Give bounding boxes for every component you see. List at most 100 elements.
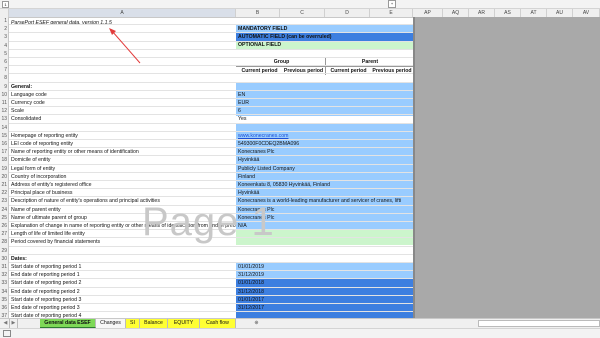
label-cell[interactable]: Language code	[10, 91, 236, 99]
row-number[interactable]: 9	[0, 82, 9, 91]
value-cell[interactable]: Konecranes Plc	[237, 148, 413, 156]
column-header-av[interactable]: AV	[573, 9, 600, 17]
row-number[interactable]: 8	[0, 74, 9, 83]
label-cell[interactable]: Start date of reporting period 3	[10, 296, 236, 304]
row-number[interactable]: 21	[0, 181, 9, 190]
label-cell[interactable]: Currency code	[10, 99, 236, 107]
row-number[interactable]: 17	[0, 148, 9, 157]
row-number[interactable]: 30	[0, 254, 9, 263]
row-number[interactable]: 11	[0, 99, 9, 108]
column-header-a[interactable]: A	[9, 9, 236, 17]
column-header-e[interactable]: E	[370, 9, 413, 17]
row-number[interactable]: 20	[0, 172, 9, 181]
value-cell[interactable]: Finland	[237, 173, 413, 181]
plus-circle-icon[interactable]: ⊕	[252, 319, 261, 328]
value-cell[interactable]: 31/12/2017	[237, 304, 413, 312]
row-number[interactable]: 2	[0, 25, 9, 34]
tab-si[interactable]: SI	[126, 319, 140, 328]
column-header-au[interactable]: AU	[547, 9, 573, 17]
horizontal-scrollbar[interactable]	[478, 320, 600, 327]
value-cell[interactable]: 6	[237, 107, 413, 115]
row-number[interactable]: 16	[0, 140, 9, 149]
label-cell[interactable]: General:	[10, 83, 236, 91]
column-header-aq[interactable]: AQ	[443, 9, 469, 17]
macro-record-icon[interactable]	[3, 330, 11, 337]
row-number[interactable]: 4	[0, 41, 9, 50]
value-cell[interactable]: Koneenkatu 8, 05830 Hyvinkää, Finland	[237, 181, 413, 189]
tab-balance[interactable]: Balance	[140, 319, 168, 328]
label-cell[interactable]: Homepage of reporting entity	[10, 132, 236, 140]
label-cell[interactable]: Address of entity's registered office	[10, 181, 236, 189]
value-cell[interactable]: 01/01/2017	[237, 296, 413, 304]
row-number[interactable]: 31	[0, 263, 9, 272]
label-cell[interactable]: LEI code of reporting entity	[10, 140, 236, 148]
row-number[interactable]: 23	[0, 197, 9, 206]
column-header-at[interactable]: AT	[521, 9, 547, 17]
label-cell[interactable]: End date of reporting period 2	[10, 288, 236, 296]
row-number[interactable]: 32	[0, 271, 9, 280]
row-number[interactable]: 12	[0, 107, 9, 116]
label-cell[interactable]: Legal form of entity	[10, 165, 236, 173]
value-cell[interactable]: 01/01/2018	[237, 279, 413, 287]
label-cell[interactable]: Consolidated	[10, 115, 236, 123]
value-cell[interactable]: www.konecranes.com	[237, 132, 413, 140]
row-number[interactable]: 29	[0, 246, 9, 255]
row-number[interactable]: 5	[0, 49, 9, 58]
tab-equity[interactable]: EQUITY	[168, 319, 200, 328]
value-cell[interactable]: 549300F0CDEQ2BMA096	[237, 140, 413, 148]
outline-level-button[interactable]: 1	[2, 1, 9, 8]
row-number[interactable]: 36	[0, 304, 9, 313]
column-header-b[interactable]: B	[236, 9, 280, 17]
row-number[interactable]: 1	[0, 17, 9, 26]
row-number[interactable]: 18	[0, 156, 9, 165]
label-cell[interactable]: Scale	[10, 107, 236, 115]
row-number[interactable]: 34	[0, 287, 9, 296]
row-number[interactable]: 28	[0, 238, 9, 247]
row-number[interactable]: 27	[0, 230, 9, 239]
column-header-d[interactable]: D	[325, 9, 370, 17]
tab-cash-flow[interactable]: Cash flow	[200, 319, 236, 328]
value-cell[interactable]: 31/12/2019	[237, 271, 413, 279]
sheet-title-cell[interactable]: ParsePort ESEF general data, version 1.1…	[10, 19, 236, 27]
column-header-c[interactable]: C	[280, 9, 325, 17]
row-number[interactable]: 7	[0, 66, 9, 75]
label-cell[interactable]: Principal place of business	[10, 189, 236, 197]
column-header-ar[interactable]: AR	[469, 9, 495, 17]
row-number[interactable]: 15	[0, 131, 9, 140]
value-cell[interactable]: Hyvinkää	[237, 189, 413, 197]
value-cell[interactable]: EUR	[237, 99, 413, 107]
scroll-tabs-left-icon[interactable]: ◀	[2, 319, 10, 328]
column-header-as[interactable]: AS	[495, 9, 521, 17]
row-number[interactable]: 22	[0, 189, 9, 198]
value-cell[interactable]: EN	[237, 91, 413, 99]
label-cell[interactable]: Domicile of entity	[10, 156, 236, 164]
row-number[interactable]: 19	[0, 164, 9, 173]
row-number[interactable]: 10	[0, 90, 9, 99]
label-cell[interactable]: Name of reporting entity or other means …	[10, 148, 236, 156]
label-cell[interactable]: Dates:	[10, 255, 236, 263]
label-cell[interactable]: Country of incorporation	[10, 173, 236, 181]
label-cell[interactable]: Start date of reporting period 2	[10, 279, 236, 287]
row-number[interactable]: 33	[0, 279, 9, 288]
value-cell[interactable]: 01/01/2019	[237, 263, 413, 271]
value-cell[interactable]: 31/12/2018	[237, 288, 413, 296]
tab-general-data-esef[interactable]: General data ESEF	[40, 319, 96, 328]
select-all-corner[interactable]	[0, 9, 9, 17]
label-cell[interactable]: End date of reporting period 1	[10, 271, 236, 279]
value-cell[interactable]: Hyvinkää	[237, 156, 413, 164]
value-cell[interactable]: Publicly Listed Company	[237, 165, 413, 173]
row-number[interactable]: 13	[0, 115, 9, 124]
column-header-ap[interactable]: AP	[413, 9, 443, 17]
label-cell[interactable]: Start date of reporting period 1	[10, 263, 236, 271]
row-number[interactable]: 3	[0, 33, 9, 42]
row-number[interactable]: 14	[0, 123, 9, 132]
row-number[interactable]: 6	[0, 58, 9, 67]
label-cell[interactable]: End date of reporting period 3	[10, 304, 236, 312]
row-number[interactable]: 25	[0, 213, 9, 222]
value-cell[interactable]: Yes	[237, 115, 413, 123]
row-number[interactable]: 24	[0, 205, 9, 214]
expand-group-button[interactable]: +	[388, 0, 396, 8]
tab-changes[interactable]: Changes	[96, 319, 126, 328]
row-number[interactable]: 26	[0, 222, 9, 231]
row-number[interactable]: 35	[0, 295, 9, 304]
